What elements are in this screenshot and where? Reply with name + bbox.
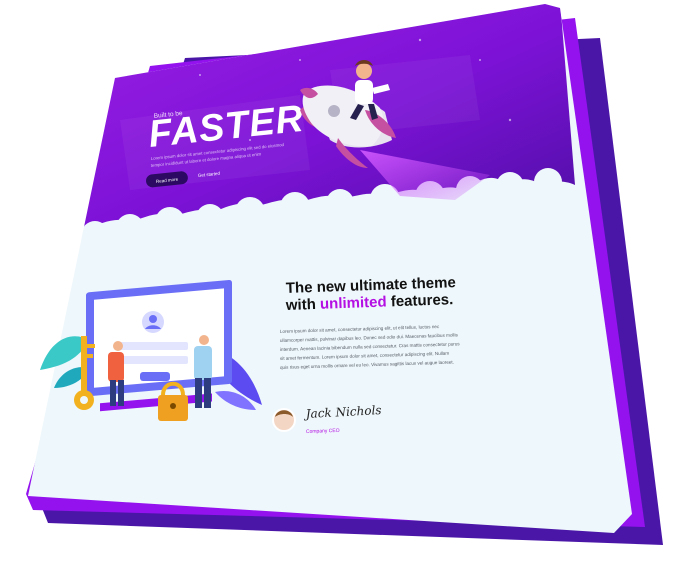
highlight-word: unlimited (320, 293, 387, 312)
signature-role: Company CEO (306, 428, 340, 435)
author-avatar (272, 408, 296, 432)
theme-showcase: Built to be FASTER Lorem ipsum dolor sit… (26, 4, 663, 545)
